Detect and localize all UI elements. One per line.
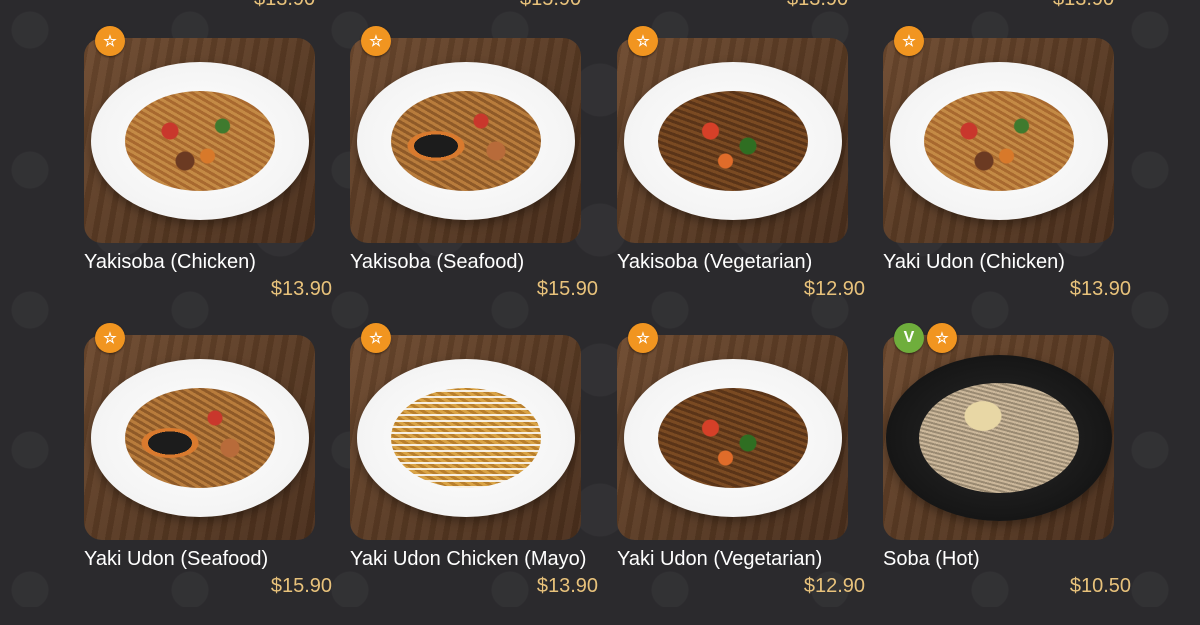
menu-item-card[interactable]: V ☆ Soba (Hot) $10.50 <box>883 323 1153 625</box>
item-name: Yaki Udon (Seafood) <box>84 548 269 570</box>
item-name: Yakisoba (Seafood) <box>350 251 525 273</box>
item-price: $13.90 <box>270 278 332 300</box>
item-price: $13.90 <box>536 575 598 597</box>
dish-photo <box>84 38 315 243</box>
dish-photo <box>617 335 848 540</box>
menu-item-card[interactable]: ☆ Yaki Udon (Seafood) $15.90 <box>84 323 354 625</box>
dish-photo <box>350 335 581 540</box>
dish-photo <box>883 335 1114 540</box>
item-price: $10.50 <box>1069 575 1131 597</box>
item-name: Yakisoba (Chicken) <box>84 251 256 273</box>
dish-photo <box>350 38 581 243</box>
item-name: Yaki Udon Chicken (Mayo) <box>350 548 587 570</box>
item-price: $15.90 <box>536 278 598 300</box>
item-name: Yaki Udon (Vegetarian) <box>617 548 823 570</box>
star-icon: ☆ <box>927 323 957 353</box>
item-price: $13.90 <box>1069 278 1131 300</box>
menu-item-card[interactable]: ☆ Yaki Udon (Vegetarian) $12.90 <box>617 323 887 625</box>
star-icon: ☆ <box>361 26 391 56</box>
dish-photo <box>84 335 315 540</box>
menu-item-card[interactable]: ☆ Yakisoba (Chicken) $13.90 <box>84 26 354 328</box>
menu-item-card[interactable]: ☆ Yaki Udon (Chicken) $13.90 <box>883 26 1153 328</box>
item-name: Yakisoba (Vegetarian) <box>617 251 813 273</box>
item-price: $15.90 <box>270 575 332 597</box>
star-icon: ☆ <box>894 26 924 56</box>
dish-photo <box>617 38 848 243</box>
vegetarian-icon: V <box>894 323 924 353</box>
star-icon: ☆ <box>628 323 658 353</box>
menu-item-card[interactable]: ☆ Yakisoba (Seafood) $15.90 <box>350 26 620 328</box>
item-name: Yaki Udon (Chicken) <box>883 251 1065 273</box>
menu-item-card[interactable]: ☆ Yakisoba (Vegetarian) $12.90 <box>617 26 887 328</box>
star-icon: ☆ <box>628 26 658 56</box>
item-price: $12.90 <box>803 278 865 300</box>
star-icon: ☆ <box>95 323 125 353</box>
dish-photo <box>883 38 1114 243</box>
menu-item-card[interactable]: ☆ Yaki Udon Chicken (Mayo) $13.90 <box>350 323 620 625</box>
menu-grid: ☆ Yakisoba (Chicken) $13.90 ☆ Yakisoba (… <box>0 0 1200 607</box>
star-icon: ☆ <box>95 26 125 56</box>
star-icon: ☆ <box>361 323 391 353</box>
item-price: $12.90 <box>803 575 865 597</box>
item-name: Soba (Hot) <box>883 548 980 570</box>
